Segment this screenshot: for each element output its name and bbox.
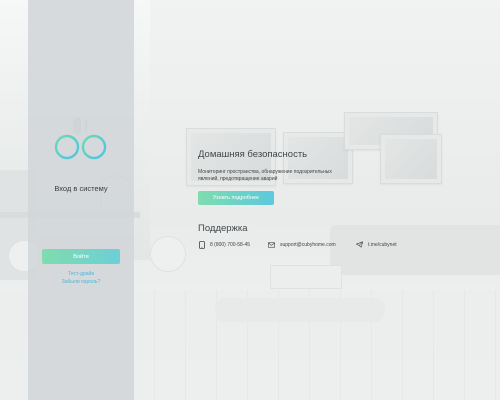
background-picture-frame bbox=[380, 134, 442, 184]
support-heading: Поддержка bbox=[198, 223, 248, 234]
background-rug bbox=[215, 298, 385, 322]
login-title: Вход в систему bbox=[54, 184, 108, 193]
envelope-icon bbox=[268, 241, 275, 248]
support-email[interactable]: support@cubyhome.com bbox=[268, 241, 336, 248]
login-panel: Вход в систему Войти Тест-драйв Забыли п… bbox=[28, 0, 134, 400]
learn-more-button[interactable]: Узнать подробнее bbox=[198, 191, 274, 205]
telegram-icon bbox=[356, 241, 363, 248]
background-sofa bbox=[330, 225, 500, 275]
support-email-text: support@cubyhome.com bbox=[280, 241, 336, 248]
forgot-password-link[interactable]: Забыли пароль? bbox=[28, 279, 134, 285]
support-phone-text: 8 (800) 700-58-45 bbox=[210, 241, 251, 248]
support-telegram[interactable]: t.me/cubynet bbox=[356, 241, 397, 248]
security-heading: Домашняя безопасность bbox=[198, 149, 308, 160]
cuby-logo-icon bbox=[54, 117, 107, 170]
login-button[interactable]: Войти bbox=[42, 249, 120, 264]
test-drive-link[interactable]: Тест-драйв bbox=[28, 271, 134, 277]
support-phone[interactable]: 8 (800) 700-58-45 bbox=[198, 240, 251, 249]
security-description: Мониторинг пространства, обнаружение под… bbox=[198, 169, 332, 182]
background-chair bbox=[150, 236, 186, 272]
background-coffee-table bbox=[270, 265, 342, 289]
support-telegram-text: t.me/cubynet bbox=[368, 241, 397, 248]
phone-icon bbox=[198, 240, 205, 249]
